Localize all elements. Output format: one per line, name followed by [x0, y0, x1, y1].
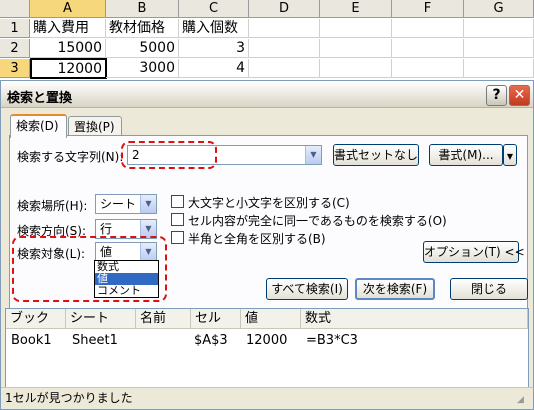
cell-d3[interactable]	[249, 59, 320, 78]
target-label: 検索対象(L):	[17, 247, 86, 261]
result-formula[interactable]: =B3*C3	[306, 333, 358, 349]
close-button[interactable]: 閉じる	[450, 278, 528, 300]
target-option-comment[interactable]: コメント	[95, 285, 158, 297]
dialog-title: 検索と置換	[7, 91, 73, 106]
cell-g2[interactable]	[464, 39, 534, 58]
target-select-value: 値	[100, 245, 113, 259]
search-input-value: 2	[132, 148, 140, 162]
match-case-checkbox[interactable]	[171, 195, 184, 208]
find-all-button[interactable]: すべて検索(I)	[266, 278, 348, 300]
status-bar: 1セルが見つかりました ◢	[1, 387, 533, 409]
chevron-down-icon: ▼	[506, 152, 514, 161]
status-text: 1セルが見つかりました	[5, 391, 133, 405]
search-input[interactable]: 2 ▼	[127, 145, 322, 165]
results-header-book[interactable]: ブック	[6, 309, 66, 329]
results-header-sheet[interactable]: シート	[66, 309, 136, 329]
scope-select-value: シート	[100, 197, 137, 211]
cell-d2[interactable]	[249, 39, 320, 58]
search-label: 検索する文字列(N):	[17, 150, 124, 164]
cell-f3[interactable]	[392, 59, 464, 78]
format-button[interactable]: 書式(M)...	[429, 144, 503, 166]
scope-label: 検索場所(H):	[17, 199, 88, 213]
spreadsheet-grid: A B C D E F G 1 2 3 購入費用 教材価格 購入個数 15000…	[0, 0, 534, 79]
direction-select-value: 行	[100, 222, 113, 236]
cell-b2[interactable]: 5000	[106, 39, 179, 58]
cell-a1[interactable]: 購入費用	[30, 19, 106, 38]
cell-c3[interactable]: 4	[179, 59, 249, 78]
result-value[interactable]: 12000	[246, 333, 287, 349]
row-header-2[interactable]: 2	[0, 39, 30, 58]
resize-grip-icon[interactable]: ◢	[517, 394, 529, 406]
scope-select[interactable]: シート ▼	[95, 194, 157, 214]
select-all-corner[interactable]	[0, 0, 30, 18]
options-button[interactable]: オプション(T) <<	[423, 241, 525, 263]
cell-f1[interactable]	[392, 19, 464, 38]
close-window-button[interactable]: ✕	[509, 85, 530, 106]
column-header-b[interactable]: B	[106, 0, 179, 18]
target-select[interactable]: 値 ▼	[95, 242, 157, 262]
close-icon: ✕	[513, 87, 526, 103]
column-header-c[interactable]: C	[179, 0, 249, 18]
tab-find[interactable]: 検索(D)	[10, 114, 67, 138]
result-cell[interactable]: $A$3	[194, 333, 228, 349]
target-dropdown-list: 数式 値 コメント	[94, 260, 159, 298]
cell-b1[interactable]: 教材価格	[106, 19, 179, 38]
dialog-titlebar[interactable]: 検索と置換 ? ✕	[1, 81, 533, 108]
cell-a3-active[interactable]: 12000	[30, 58, 107, 79]
row-header-3[interactable]: 3	[0, 59, 30, 78]
column-header-a[interactable]: A	[30, 0, 106, 18]
results-header-cell[interactable]: セル	[191, 309, 241, 329]
direction-select[interactable]: 行 ▼	[95, 219, 157, 239]
chevron-down-icon[interactable]: ▼	[140, 243, 156, 261]
column-header-f[interactable]: F	[392, 0, 464, 18]
cell-e2[interactable]	[320, 39, 392, 58]
cell-a2[interactable]: 15000	[30, 39, 106, 58]
format-status-button[interactable]: 書式セットなし	[333, 144, 419, 166]
match-case-label: 大文字と小文字を区別する(C)	[188, 196, 350, 210]
results-header-formula[interactable]: 数式	[301, 309, 528, 329]
cell-d1[interactable]	[249, 19, 320, 38]
direction-label: 検索方向(S):	[17, 224, 87, 238]
row-header-1[interactable]: 1	[0, 19, 30, 38]
result-book[interactable]: Book1	[11, 333, 52, 349]
column-header-e[interactable]: E	[320, 0, 392, 18]
help-icon: ?	[492, 87, 501, 103]
results-list: ブック シート 名前 セル 値 数式 Book1 Sheet1 $A$3 120…	[5, 308, 529, 388]
results-header-value[interactable]: 値	[241, 309, 301, 329]
cell-g3[interactable]	[464, 59, 534, 78]
cell-e3[interactable]	[320, 59, 392, 78]
chevron-down-icon[interactable]: ▼	[305, 146, 321, 164]
find-next-button[interactable]: 次を検索(F)	[355, 278, 435, 300]
match-entire-cell-label: セル内容が完全に同一であるものを検索する(O)	[188, 214, 447, 228]
column-header-d[interactable]: D	[249, 0, 320, 18]
result-sheet[interactable]: Sheet1	[72, 333, 118, 349]
match-entire-cell-checkbox[interactable]	[171, 213, 184, 226]
match-byte-label: 半角と全角を区別する(B)	[188, 232, 326, 246]
cell-c1[interactable]: 購入個数	[179, 19, 249, 38]
match-byte-checkbox[interactable]	[171, 231, 184, 244]
cell-f2[interactable]	[392, 39, 464, 58]
format-menu-button[interactable]: ▼	[503, 144, 517, 166]
chevron-down-icon[interactable]: ▼	[140, 220, 156, 238]
cell-b3[interactable]: 3000	[106, 59, 179, 78]
cell-c2[interactable]: 3	[179, 39, 249, 58]
chevron-down-icon[interactable]: ▼	[140, 195, 156, 213]
find-replace-dialog: 検索と置換 ? ✕ 検索(D) 置換(P) 検索する文字列(N): 2 ▼ 書式…	[0, 80, 534, 410]
help-button[interactable]: ?	[486, 85, 507, 106]
cell-g1[interactable]	[464, 19, 534, 38]
cell-e1[interactable]	[320, 19, 392, 38]
column-header-g[interactable]: G	[464, 0, 534, 18]
results-header-name[interactable]: 名前	[136, 309, 191, 329]
